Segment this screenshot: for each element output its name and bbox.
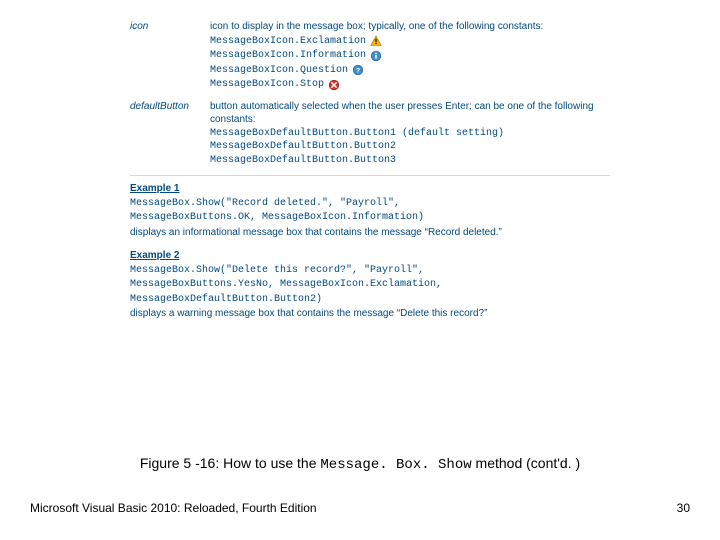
param-desc: icon to display in the message box; typi… [210, 20, 610, 34]
caption-suffix: method (cont'd. ) [472, 455, 581, 471]
enum-line: MessageBoxIcon.Question ? [210, 64, 610, 78]
enum-code: MessageBoxDefaultButton.Button1 (default… [210, 127, 610, 141]
enum-line: MessageBoxIcon.Exclamation [210, 35, 610, 49]
param-body: button automatically selected when the u… [210, 100, 610, 168]
enum-code: MessageBoxIcon.Question [210, 64, 348, 78]
caption-code: Message. Box. Show [320, 457, 471, 473]
enum-code: MessageBoxDefaultButton.Button2 [210, 140, 610, 154]
example-heading: Example 2 [130, 249, 610, 263]
question-icon: ? [352, 64, 364, 76]
enum-line: MessageBoxIcon.Stop [210, 78, 610, 92]
example-desc: displays a warning message box that cont… [130, 307, 610, 321]
enum-code: MessageBoxIcon.Exclamation [210, 35, 366, 49]
example-code-line: MessageBoxButtons.YesNo, MessageBoxIcon.… [130, 278, 610, 292]
page-number: 30 [677, 501, 690, 515]
param-row-defaultbutton: defaultButton button automatically selec… [130, 100, 610, 168]
warning-icon [370, 35, 382, 47]
param-label: defaultButton [130, 100, 210, 168]
divider [130, 175, 610, 176]
stop-icon [328, 79, 340, 91]
info-icon [370, 50, 382, 62]
enum-code: MessageBoxIcon.Stop [210, 78, 324, 92]
example-code-line: MessageBox.Show("Record deleted.", "Payr… [130, 197, 610, 211]
svg-text:?: ? [356, 68, 360, 75]
example-code-line: MessageBoxButtons.OK, MessageBoxIcon.Inf… [130, 211, 610, 225]
footer-book-title: Microsoft Visual Basic 2010: Reloaded, F… [30, 501, 317, 515]
example-heading: Example 1 [130, 182, 610, 196]
figure-caption: Figure 5 -16: How to use the Message. Bo… [0, 455, 720, 473]
example-code-line: MessageBoxDefaultButton.Button2) [130, 293, 610, 307]
example-code-line: MessageBox.Show("Delete this record?", "… [130, 264, 610, 278]
content-area: icon icon to display in the message box;… [130, 20, 610, 321]
enum-line: MessageBoxIcon.Information [210, 49, 610, 63]
param-label: icon [130, 20, 210, 92]
param-body: icon to display in the message box; typi… [210, 20, 610, 92]
caption-prefix: Figure 5 -16: How to use the [140, 455, 321, 471]
enum-code: MessageBoxIcon.Information [210, 49, 366, 63]
param-desc: button automatically selected when the u… [210, 100, 610, 127]
enum-code: MessageBoxDefaultButton.Button3 [210, 154, 610, 168]
param-row-icon: icon icon to display in the message box;… [130, 20, 610, 92]
example-desc: displays an informational message box th… [130, 226, 610, 240]
